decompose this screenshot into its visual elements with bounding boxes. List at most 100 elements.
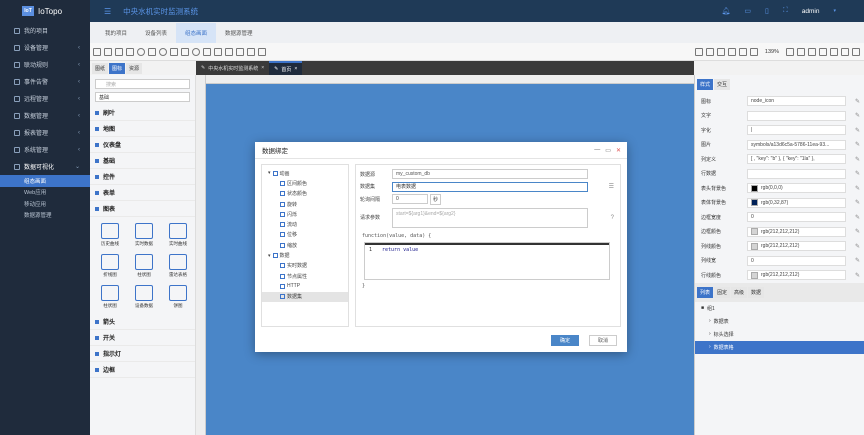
nav-item[interactable]: 事件告警 ‹ [0, 73, 90, 90]
image-icon[interactable] [225, 47, 233, 56]
chart-shape[interactable]: 柱状图 [94, 282, 126, 311]
left-panel-tab[interactable]: 资源 [126, 62, 143, 74]
binding-tree-item[interactable]: 位移 [262, 230, 348, 240]
layer-tree-item[interactable]: › 标头选择 [695, 328, 864, 341]
binding-tree-item[interactable]: 缩放 [262, 240, 348, 250]
property-value[interactable]: [ , "key": "b" }, { "key": "1la" }, [747, 154, 846, 165]
triangle-icon[interactable] [203, 47, 211, 56]
export-icon[interactable] [852, 47, 860, 56]
dataset-list-icon[interactable]: ☰ [609, 183, 614, 190]
chart-shape[interactable]: 实时数据 [128, 220, 160, 249]
shape-category[interactable]: 地图 [90, 121, 195, 137]
shape-category-select[interactable]: 基础 [95, 92, 190, 102]
polygon-icon[interactable] [192, 47, 200, 56]
property-value[interactable]: node_icon [747, 96, 846, 107]
menu-toggle-icon[interactable]: ☰ [104, 7, 111, 16]
user-menu[interactable]: admin [802, 8, 820, 15]
binding-tree-item[interactable]: 状态颜色 [262, 189, 348, 199]
binding-tree-item[interactable]: ▾ 动画 [262, 168, 348, 178]
property-value[interactable] [747, 110, 846, 121]
chevron-down-icon[interactable]: ▾ [833, 8, 836, 14]
shape-category[interactable]: 边框 [90, 362, 195, 378]
edit-icon[interactable]: ✎ [855, 127, 860, 134]
expand-arrow-icon[interactable]: ▾ [268, 170, 271, 176]
maximize-icon[interactable]: ▭ [605, 147, 611, 154]
close-tab-icon[interactable]: × [261, 65, 264, 71]
shape-category[interactable]: 刷叶 [90, 105, 195, 121]
cube-icon[interactable] [181, 47, 189, 56]
expand-arrow-icon[interactable]: ▾ [268, 253, 271, 259]
edit-icon[interactable]: ✎ [855, 257, 860, 264]
app-logo[interactable]: IoT IoTopo [0, 0, 90, 22]
shape-category[interactable]: 图表 [90, 201, 195, 217]
binding-tree-item[interactable]: 数据集 [262, 291, 348, 302]
rounded-rect-icon[interactable] [126, 47, 134, 56]
edit-icon[interactable]: ✎ [855, 199, 860, 206]
redo-icon[interactable] [705, 47, 714, 56]
binding-tree-item[interactable]: 实时数据 [262, 261, 348, 271]
property-value[interactable]: 0 [747, 212, 846, 223]
params-input[interactable]: start=${arg1}&end=${arg2} [392, 207, 588, 228]
color-swatch[interactable] [751, 199, 758, 207]
nav-item[interactable]: 系统管理 ‹ [0, 141, 90, 158]
property-subtab[interactable]: 列表 [697, 286, 714, 298]
nav-sub-item[interactable]: Web应用 [0, 187, 90, 199]
shape-category[interactable]: 表单 [90, 185, 195, 201]
fullscreen-icon[interactable]: ⛶ [783, 7, 788, 15]
chart-shape[interactable]: 实时曲线 [162, 220, 194, 249]
chart-shape[interactable]: 折线图 [94, 251, 126, 280]
edit-icon[interactable]: ✎ [855, 98, 860, 105]
edit-icon[interactable]: ✎ [855, 112, 860, 119]
dataset-select[interactable]: 电表数据 [392, 181, 588, 192]
delete-icon[interactable] [738, 47, 747, 56]
chart-shape[interactable]: 饼图 [162, 282, 194, 311]
interval-input[interactable]: 0 [392, 194, 428, 205]
notification-bell-icon[interactable]: 🔔︎ [721, 7, 730, 15]
shape-category[interactable]: 仪表盘 [90, 137, 195, 153]
nav-sub-item[interactable]: 组态画面 [0, 175, 90, 187]
page-tab[interactable]: 我的项目 [96, 23, 136, 43]
binding-tree-item[interactable]: 闪烁 [262, 209, 348, 219]
property-value[interactable]: | [747, 125, 846, 136]
cylinder-icon[interactable] [170, 47, 178, 56]
property-tab[interactable]: 样式 [697, 79, 714, 90]
ok-button[interactable]: 确定 [551, 334, 579, 346]
cancel-button[interactable]: 取消 [589, 334, 617, 346]
edit-icon[interactable]: ✎ [855, 156, 860, 163]
shape-category[interactable]: 箭头 [90, 314, 195, 330]
file-tab[interactable]: ✎ 中央水机实时监测系统 × [196, 61, 269, 75]
shape-search-input[interactable]: 搜索 [95, 79, 190, 89]
nav-item[interactable]: 我的项目 [0, 22, 90, 39]
layout-icon[interactable] [819, 47, 827, 56]
mobile-icon[interactable]: ▯ [765, 7, 769, 15]
ellipse-icon[interactable] [159, 47, 167, 56]
pointer-icon[interactable] [716, 47, 725, 56]
zoom-level[interactable]: 139% [765, 49, 779, 55]
move-icon[interactable] [797, 47, 805, 56]
edit-icon[interactable]: ✎ [855, 170, 860, 177]
property-value[interactable]: symbols/a13d6c5a-5786-11ea-93... [747, 139, 846, 150]
shape-category[interactable]: 开关 [90, 330, 195, 346]
nav-item[interactable]: 报表管理 ‹ [0, 124, 90, 141]
close-tab-icon[interactable]: × [294, 66, 297, 72]
shape-category[interactable]: 基础 [90, 153, 195, 169]
edit-icon[interactable]: ✎ [855, 272, 860, 279]
rectangle-icon[interactable] [115, 47, 123, 56]
binding-tree-item[interactable]: HTTP [262, 281, 348, 291]
property-subtab[interactable]: 高级 [731, 286, 748, 298]
chart-shape[interactable]: 设备数据 [128, 282, 160, 311]
binding-tree-item[interactable]: 区间颜色 [262, 178, 348, 188]
circle-icon[interactable] [137, 47, 145, 56]
shape-category[interactable]: 指示灯 [90, 346, 195, 362]
edit-icon[interactable]: ✎ [855, 185, 860, 192]
page-tab[interactable]: 设备列表 [136, 23, 176, 43]
nav-item[interactable]: 远程管理 ‹ [0, 90, 90, 107]
line-icon[interactable] [214, 47, 222, 56]
undo-icon[interactable] [694, 47, 703, 56]
property-value[interactable]: rgb(0,0,0) [747, 183, 846, 194]
align-icon[interactable] [808, 47, 816, 56]
group-icon[interactable] [258, 47, 266, 56]
menu-icon[interactable] [93, 47, 101, 56]
color-swatch[interactable] [751, 228, 758, 236]
monitor-icon[interactable]: ▭ [744, 7, 751, 15]
